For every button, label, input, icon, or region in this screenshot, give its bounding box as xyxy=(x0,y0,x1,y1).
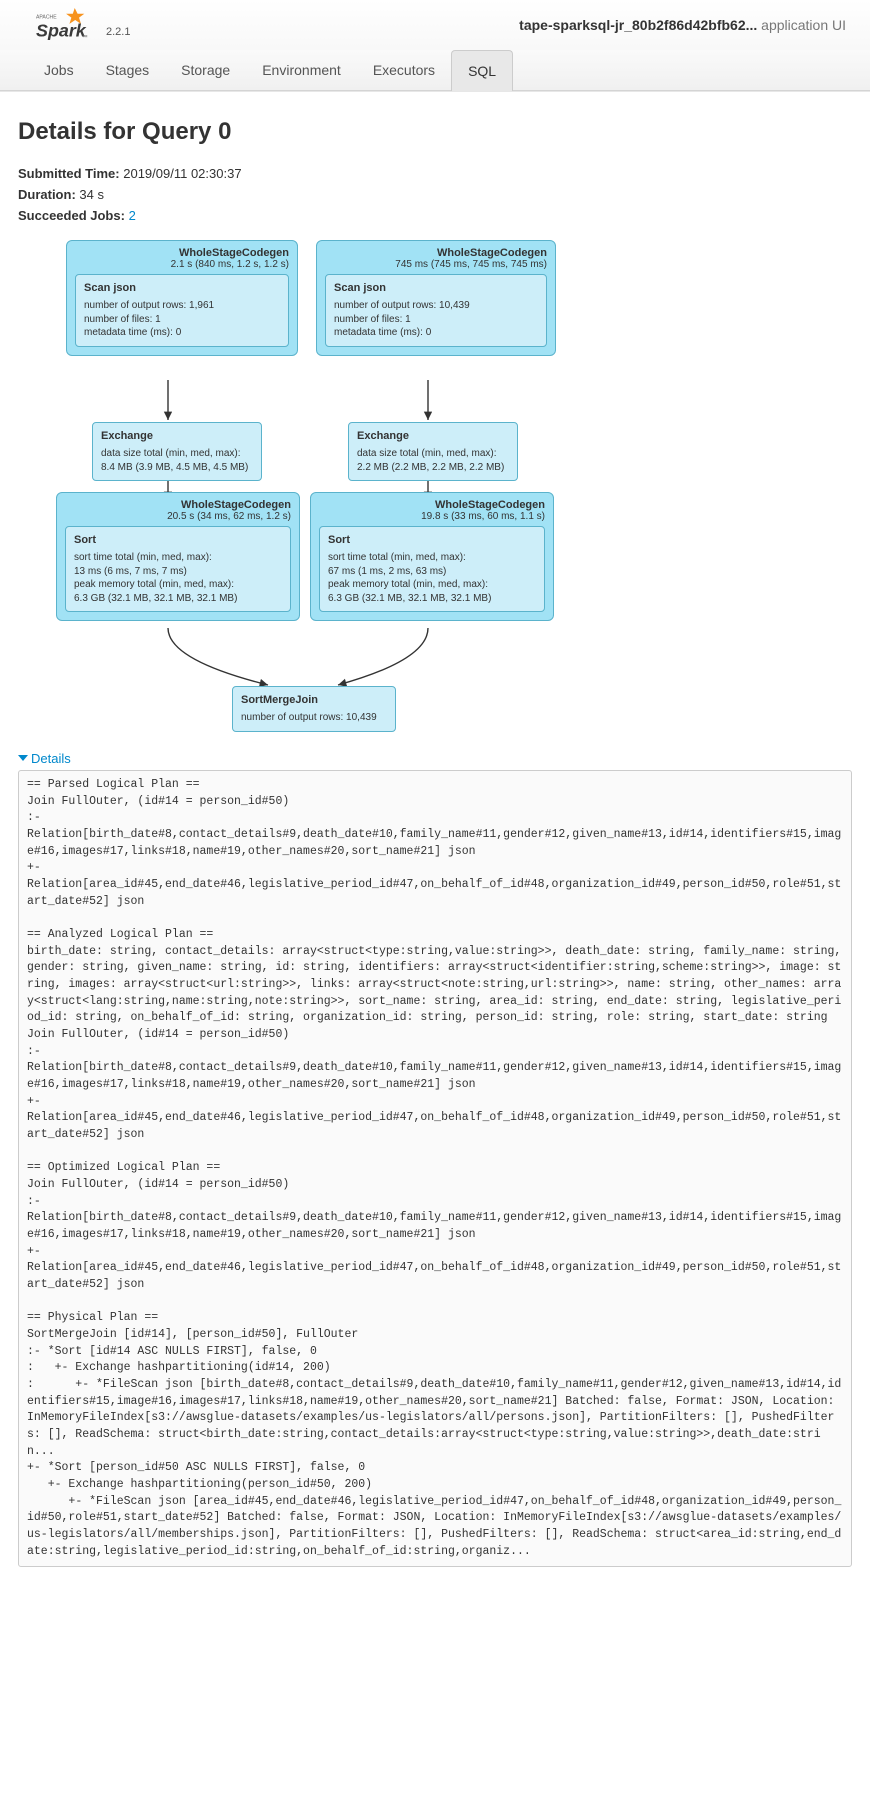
node-label: Sort xyxy=(74,533,282,548)
node-sort-right[interactable]: Sort sort time total (min, med, max): 67… xyxy=(319,526,545,612)
metric: peak memory total (min, med, max): xyxy=(328,578,536,592)
node-timing: 20.5 s (34 ms, 62 ms, 1.2 s) xyxy=(65,511,291,522)
metric: sort time total (min, med, max): xyxy=(328,551,536,565)
query-plan-diagram[interactable]: WholeStageCodegen 2.1 s (840 ms, 1.2 s, … xyxy=(48,240,588,740)
details-toggle[interactable]: Details xyxy=(18,751,71,766)
metric: 2.2 MB (2.2 MB, 2.2 MB, 2.2 MB) xyxy=(357,461,509,475)
node-title: WholeStageCodegen xyxy=(319,499,545,511)
metric: data size total (min, med, max): xyxy=(101,447,253,461)
tab-storage[interactable]: Storage xyxy=(165,50,246,90)
node-timing: 2.1 s (840 ms, 1.2 s, 1.2 s) xyxy=(75,259,289,270)
node-label: Sort xyxy=(328,533,536,548)
metric: metadata time (ms): 0 xyxy=(84,326,280,340)
duration-label: Duration: xyxy=(18,187,76,202)
node-title: WholeStageCodegen xyxy=(75,247,289,259)
metric: 6.3 GB (32.1 MB, 32.1 MB, 32.1 MB) xyxy=(328,592,536,606)
tab-sql[interactable]: SQL xyxy=(451,50,513,91)
svg-text:™: ™ xyxy=(82,35,88,41)
metric: number of output rows: 1,961 xyxy=(84,299,280,313)
node-label: Exchange xyxy=(101,429,253,444)
app-title: tape-sparksql-jr_80b2f86d42bfb62... appl… xyxy=(519,17,870,33)
submitted-label: Submitted Time: xyxy=(18,166,120,181)
node-title: WholeStageCodegen xyxy=(325,247,547,259)
node-wholestagecodegen-right-2[interactable]: WholeStageCodegen 19.8 s (33 ms, 60 ms, … xyxy=(310,492,554,621)
details-label: Details xyxy=(31,751,71,766)
physical-plan-text[interactable]: == Parsed Logical Plan == Join FullOuter… xyxy=(18,770,852,1568)
tab-jobs[interactable]: Jobs xyxy=(28,50,90,90)
submitted-value: 2019/09/11 02:30:37 xyxy=(123,166,241,181)
node-scan-json-right[interactable]: Scan json number of output rows: 10,439 … xyxy=(325,274,547,346)
node-timing: 745 ms (745 ms, 745 ms, 745 ms) xyxy=(325,259,547,270)
tab-stages[interactable]: Stages xyxy=(90,50,166,90)
app-suffix: application UI xyxy=(761,17,846,33)
metric: peak memory total (min, med, max): xyxy=(74,578,282,592)
succeeded-jobs-link[interactable]: 2 xyxy=(129,208,136,223)
spark-logo[interactable]: APACHE Spark ™ 2.2.1 xyxy=(0,0,150,50)
node-sort-left[interactable]: Sort sort time total (min, med, max): 13… xyxy=(65,526,291,612)
metric: 8.4 MB (3.9 MB, 4.5 MB, 4.5 MB) xyxy=(101,461,253,475)
node-exchange-left[interactable]: Exchange data size total (min, med, max)… xyxy=(92,422,262,481)
metric: number of output rows: 10,439 xyxy=(334,299,538,313)
query-meta: Submitted Time: 2019/09/11 02:30:37 Dura… xyxy=(18,164,852,226)
node-exchange-right[interactable]: Exchange data size total (min, med, max)… xyxy=(348,422,518,481)
metric: number of files: 1 xyxy=(334,313,538,327)
node-scan-json-left[interactable]: Scan json number of output rows: 1,961 n… xyxy=(75,274,289,346)
node-wholestagecodegen-left-1[interactable]: WholeStageCodegen 2.1 s (840 ms, 1.2 s, … xyxy=(66,240,298,355)
node-wholestagecodegen-left-2[interactable]: WholeStageCodegen 20.5 s (34 ms, 62 ms, … xyxy=(56,492,300,621)
spark-logo-icon: APACHE Spark ™ xyxy=(36,8,100,42)
metric: number of files: 1 xyxy=(84,313,280,327)
metric: 6.3 GB (32.1 MB, 32.1 MB, 32.1 MB) xyxy=(74,592,282,606)
node-timing: 19.8 s (33 ms, 60 ms, 1.1 s) xyxy=(319,511,545,522)
node-sortmergejoin[interactable]: SortMergeJoin number of output rows: 10,… xyxy=(232,686,396,731)
metric: sort time total (min, med, max): xyxy=(74,551,282,565)
metric: metadata time (ms): 0 xyxy=(334,326,538,340)
node-label: Scan json xyxy=(334,281,538,296)
app-name: tape-sparksql-jr_80b2f86d42bfb62... xyxy=(519,17,757,33)
top-navbar: APACHE Spark ™ 2.2.1 tape-sparksql-jr_80… xyxy=(0,0,870,92)
nav-tabs: Jobs Stages Storage Environment Executor… xyxy=(0,50,870,91)
node-wholestagecodegen-right-1[interactable]: WholeStageCodegen 745 ms (745 ms, 745 ms… xyxy=(316,240,556,355)
svg-text:Spark: Spark xyxy=(36,21,87,41)
duration-value: 34 s xyxy=(79,187,104,202)
metric: number of output rows: 10,439 xyxy=(241,711,387,725)
page-title: Details for Query 0 xyxy=(18,118,852,146)
svg-text:APACHE: APACHE xyxy=(36,15,57,21)
tab-environment[interactable]: Environment xyxy=(246,50,357,90)
node-label: SortMergeJoin xyxy=(241,693,387,708)
metric: 13 ms (6 ms, 7 ms, 7 ms) xyxy=(74,565,282,579)
succeeded-label: Succeeded Jobs: xyxy=(18,208,125,223)
node-label: Exchange xyxy=(357,429,509,444)
metric: data size total (min, med, max): xyxy=(357,447,509,461)
tab-executors[interactable]: Executors xyxy=(357,50,451,90)
spark-version: 2.2.1 xyxy=(106,26,130,42)
triangle-down-icon xyxy=(18,755,28,761)
metric: 67 ms (1 ms, 2 ms, 63 ms) xyxy=(328,565,536,579)
node-title: WholeStageCodegen xyxy=(65,499,291,511)
node-label: Scan json xyxy=(84,281,280,296)
